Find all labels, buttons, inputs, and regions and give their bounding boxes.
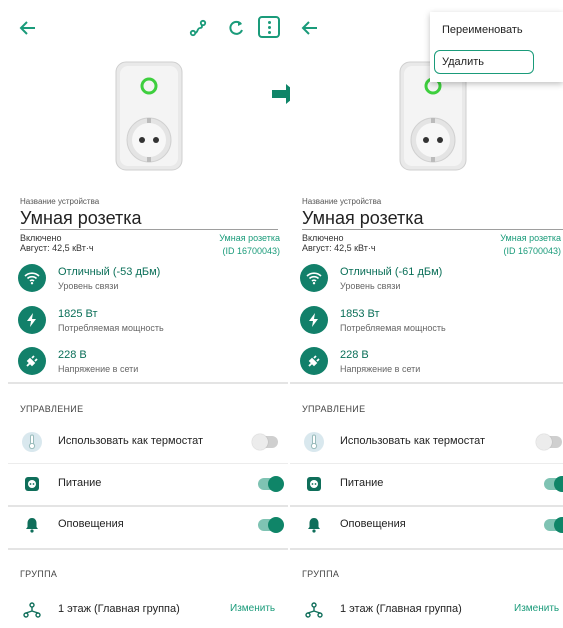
notifications-row[interactable]: Оповещения bbox=[8, 509, 288, 543]
power-label: Потребляемая мощность bbox=[58, 323, 164, 333]
signal-value: Отличный (-61 дБм) bbox=[340, 266, 443, 278]
notifications-row[interactable]: Оповещения bbox=[290, 509, 563, 543]
thermostat-row[interactable]: Использовать как термостат bbox=[8, 426, 288, 460]
power-socket-icon bbox=[20, 472, 44, 496]
device-name-field[interactable]: Умная розетка bbox=[302, 208, 424, 229]
control-section-header: УПРАВЛЕНИЕ bbox=[302, 404, 366, 414]
power-switch-toggle[interactable] bbox=[258, 476, 284, 492]
back-arrow-icon[interactable] bbox=[18, 18, 38, 38]
signal-label: Уровень связи bbox=[58, 281, 119, 291]
device-name-label: Название устройства bbox=[20, 197, 100, 206]
plug-icon bbox=[18, 347, 46, 375]
thermostat-label: Использовать как термостат bbox=[58, 435, 204, 447]
power-switch-row[interactable]: Питание bbox=[290, 468, 563, 502]
route-icon[interactable] bbox=[188, 18, 208, 38]
device-name-underline bbox=[302, 229, 563, 230]
wifi-icon bbox=[18, 264, 46, 292]
right-screen: Название устройства Умная розетка Включе… bbox=[290, 0, 563, 628]
device-type: Умная розетка bbox=[219, 233, 280, 243]
bell-icon bbox=[302, 513, 326, 537]
group-section-header: ГРУППА bbox=[302, 569, 340, 579]
thermometer-icon bbox=[302, 430, 326, 454]
group-section-header: ГРУППА bbox=[20, 569, 58, 579]
device-name-field[interactable]: Умная розетка bbox=[20, 208, 142, 229]
plug-icon bbox=[300, 347, 328, 375]
thermostat-row[interactable]: Использовать как термостат bbox=[290, 426, 563, 460]
group-name: 1 этаж (Главная группа) bbox=[340, 603, 462, 615]
power-switch-label: Питание bbox=[58, 477, 102, 489]
thermostat-label: Использовать как термостат bbox=[340, 435, 486, 447]
divider bbox=[8, 505, 288, 507]
smart-plug-image bbox=[115, 61, 183, 171]
signal-value: Отличный (-53 дБм) bbox=[58, 266, 161, 278]
signal-label: Уровень связи bbox=[340, 281, 401, 291]
control-section-header: УПРАВЛЕНИЕ bbox=[20, 404, 84, 414]
power-switch-row[interactable]: Питание bbox=[8, 468, 288, 502]
group-row: 1 этаж (Главная группа) Изменить bbox=[8, 594, 288, 628]
more-menu-icon[interactable] bbox=[258, 16, 280, 38]
change-group-link[interactable]: Изменить bbox=[514, 603, 559, 614]
device-id: (ID 16700043) bbox=[222, 246, 280, 256]
notifications-toggle[interactable] bbox=[544, 517, 563, 533]
menu-item-delete[interactable]: Удалить bbox=[442, 56, 484, 68]
notifications-label: Оповещения bbox=[340, 518, 406, 530]
network-group-icon bbox=[20, 598, 44, 622]
divider bbox=[290, 505, 563, 507]
device-type: Умная розетка bbox=[500, 233, 561, 243]
thermostat-toggle[interactable] bbox=[536, 434, 562, 450]
bell-icon bbox=[20, 513, 44, 537]
refresh-icon[interactable] bbox=[226, 18, 246, 38]
left-screen: Название устройства Умная розетка Включе… bbox=[8, 0, 288, 628]
device-id: (ID 16700043) bbox=[503, 246, 561, 256]
wifi-icon bbox=[300, 264, 328, 292]
row-separator bbox=[8, 463, 288, 464]
divider bbox=[290, 382, 563, 384]
power-switch-toggle[interactable] bbox=[544, 476, 563, 492]
notifications-label: Оповещения bbox=[58, 518, 124, 530]
device-status: Включено bbox=[20, 233, 62, 243]
back-arrow-icon[interactable] bbox=[300, 18, 320, 38]
device-name-label: Название устройства bbox=[302, 197, 382, 206]
divider bbox=[290, 548, 563, 550]
thermostat-toggle[interactable] bbox=[252, 434, 278, 450]
power-value: 1825 Вт bbox=[58, 308, 98, 320]
voltage-value: 228 В bbox=[58, 349, 87, 361]
power-switch-label: Питание bbox=[340, 477, 384, 489]
divider bbox=[8, 548, 288, 550]
voltage-label: Напряжение в сети bbox=[340, 364, 421, 374]
lightning-icon bbox=[18, 306, 46, 334]
energy-usage: Август: 42,5 кВт·ч bbox=[20, 243, 94, 253]
menu-item-rename[interactable]: Переименовать bbox=[442, 24, 523, 36]
top-bar bbox=[8, 0, 288, 56]
network-group-icon bbox=[302, 598, 326, 622]
lightning-icon bbox=[300, 306, 328, 334]
power-value: 1853 Вт bbox=[340, 308, 380, 320]
device-status: Включено bbox=[302, 233, 344, 243]
change-group-link[interactable]: Изменить bbox=[230, 603, 275, 614]
overflow-menu: Переименовать Удалить bbox=[430, 12, 563, 82]
energy-usage: Август: 42,5 кВт·ч bbox=[302, 243, 376, 253]
power-socket-icon bbox=[302, 472, 326, 496]
device-name-underline bbox=[20, 229, 278, 230]
voltage-label: Напряжение в сети bbox=[58, 364, 139, 374]
notifications-toggle[interactable] bbox=[258, 517, 284, 533]
power-label: Потребляемая мощность bbox=[340, 323, 446, 333]
voltage-value: 228 В bbox=[340, 349, 369, 361]
group-name: 1 этаж (Главная группа) bbox=[58, 603, 180, 615]
row-separator bbox=[290, 463, 563, 464]
divider bbox=[8, 382, 288, 384]
thermometer-icon bbox=[20, 430, 44, 454]
group-row: 1 этаж (Главная группа) Изменить bbox=[290, 594, 563, 628]
